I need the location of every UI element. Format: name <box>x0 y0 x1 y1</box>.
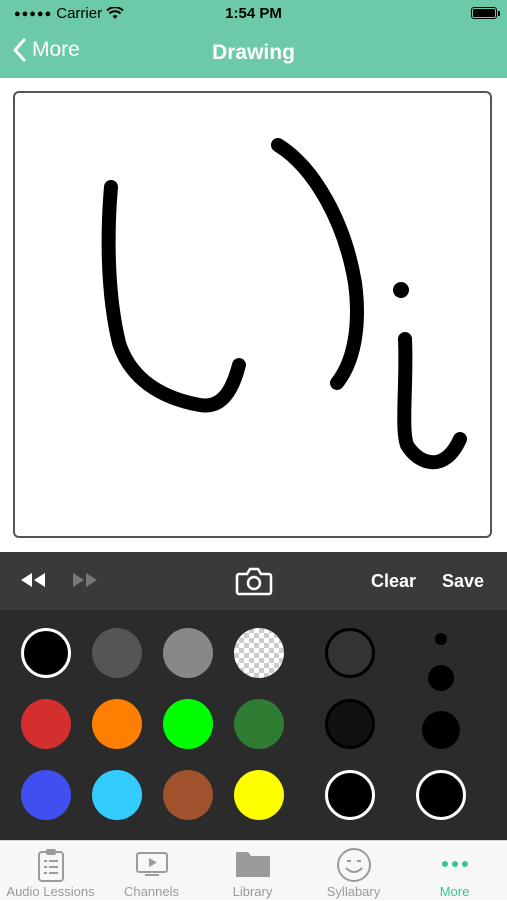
color-swatch-yellow[interactable] <box>234 770 284 820</box>
status-bar: ●●●●● Carrier 1:54 PM <box>0 0 507 28</box>
opacity-option-low[interactable] <box>325 628 375 678</box>
color-swatch-dark-green[interactable] <box>234 699 284 749</box>
tab-bar: Audio Lessions Channels Library Syllabar… <box>0 840 507 900</box>
rewind-icon[interactable] <box>20 572 46 588</box>
color-swatch-black[interactable] <box>21 628 71 678</box>
drawing-toolbar: Clear Save <box>0 552 507 610</box>
brush-size-x-large[interactable] <box>416 770 466 820</box>
tab-label: Audio Lessions <box>6 884 95 899</box>
color-swatch-blue[interactable] <box>21 770 71 820</box>
opacity-option-full[interactable] <box>325 770 375 820</box>
more-dots-icon <box>441 861 468 867</box>
stroke-dot <box>393 282 409 298</box>
brush-size-small[interactable] <box>435 633 447 645</box>
smiley-icon <box>336 848 371 882</box>
navigation-bar: More Drawing <box>0 28 507 78</box>
tab-syllabary[interactable]: Syllabary <box>303 841 404 901</box>
tab-label: More <box>439 884 470 899</box>
stroke-u <box>101 180 246 413</box>
tab-label: Syllabary <box>326 884 381 899</box>
fast-forward-icon[interactable] <box>72 572 98 588</box>
color-swatch-gray[interactable] <box>163 628 213 678</box>
color-palette <box>0 610 507 840</box>
color-swatch-light-blue[interactable] <box>92 770 142 820</box>
tab-more[interactable]: More <box>404 841 505 901</box>
clear-button[interactable]: Clear <box>371 571 416 592</box>
clipboard-icon <box>37 849 64 882</box>
tv-icon <box>135 852 168 876</box>
color-swatch-red[interactable] <box>21 699 71 749</box>
opacity-option-medium[interactable] <box>325 699 375 749</box>
tab-library[interactable]: Library <box>202 841 303 901</box>
tab-audio-lessions[interactable]: Audio Lessions <box>0 841 101 901</box>
battery-icon <box>471 7 500 19</box>
save-button[interactable]: Save <box>442 571 484 592</box>
tab-channels[interactable]: Channels <box>101 841 202 901</box>
color-swatch-green[interactable] <box>163 699 213 749</box>
clock: 1:54 PM <box>225 5 282 22</box>
page-title: Drawing <box>212 41 295 64</box>
stroke-i <box>397 332 467 470</box>
drawn-strokes <box>101 138 467 470</box>
color-swatch-eraser[interactable] <box>234 628 284 678</box>
stroke-paren <box>271 138 364 390</box>
drawing-canvas[interactable] <box>13 91 492 538</box>
brush-size-large[interactable] <box>422 711 460 749</box>
color-swatch-orange[interactable] <box>92 699 142 749</box>
camera-icon[interactable] <box>235 566 273 596</box>
tab-label: Channels <box>124 884 179 899</box>
brush-size-medium[interactable] <box>428 665 454 691</box>
folder-icon <box>235 852 270 877</box>
tab-label: Library <box>232 884 273 899</box>
color-swatch-brown[interactable] <box>163 770 213 820</box>
color-swatch-dark-gray[interactable] <box>92 628 142 678</box>
